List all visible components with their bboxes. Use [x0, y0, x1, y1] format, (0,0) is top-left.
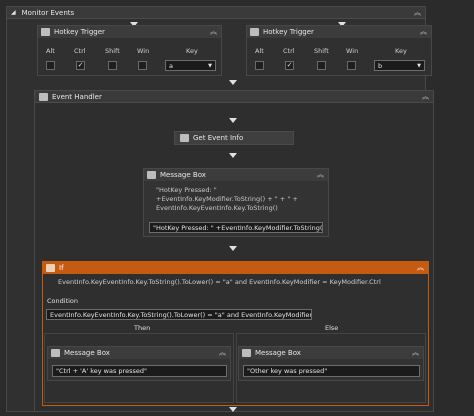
- flow-arrow-icon: [229, 153, 237, 158]
- key-label: Key: [186, 47, 198, 55]
- preview-line: "HotKey Pressed: ": [156, 186, 217, 194]
- preview-line: EventInfo.KeyEventInfo.Key.ToString(): [156, 204, 278, 212]
- collapse-arrow-icon[interactable]: ◢: [11, 9, 16, 16]
- message-box-title: Message Box: [255, 349, 301, 357]
- message-box-then: Message Box ︽ "Ctrl + 'A' key was presse…: [47, 346, 231, 381]
- else-label: Else: [325, 324, 339, 332]
- message-box-main-header[interactable]: Message Box ︽: [144, 169, 328, 181]
- hotkey-trigger-title: Hotkey Trigger: [54, 28, 105, 36]
- collapse-chevron-icon[interactable]: ︽: [317, 171, 324, 179]
- ctrl-label: Ctrl: [283, 47, 295, 55]
- message-input[interactable]: "HotKey Pressed: " +EventInfo.KeyModifie…: [149, 222, 323, 233]
- win-checkbox[interactable]: [138, 61, 147, 70]
- message-box-main: Message Box ︽ "HotKey Pressed: " +EventI…: [143, 168, 329, 237]
- message-box-icon: [242, 349, 251, 357]
- hotkey-trigger-title: Hotkey Trigger: [263, 28, 314, 36]
- ctrl-checkbox[interactable]: ✓: [285, 61, 294, 70]
- flow-arrow-icon: [229, 118, 237, 123]
- key-dropdown[interactable]: b ▼: [374, 60, 425, 71]
- flow-arrow-icon: [229, 246, 237, 251]
- key-label: Key: [395, 47, 407, 55]
- alt-label: Alt: [255, 47, 264, 55]
- message-preview: "HotKey Pressed: " +EventInfo.KeyModifie…: [156, 186, 298, 213]
- flow-arrow-icon: [229, 407, 237, 412]
- key-value: b: [378, 61, 383, 70]
- collapse-chevron-icon[interactable]: ︽: [219, 349, 226, 357]
- shift-label: Shift: [314, 47, 329, 55]
- message-box-icon: [147, 171, 156, 179]
- keyboard-icon: [41, 28, 50, 36]
- message-box-title: Message Box: [160, 171, 206, 179]
- get-event-info-activity[interactable]: Get Event Info: [174, 131, 294, 145]
- condition-input[interactable]: EventInfo.KeyEventInfo.Key.ToString().To…: [46, 309, 312, 320]
- dropdown-arrow-icon: ▼: [208, 62, 212, 69]
- hotkey-trigger-right-header[interactable]: Hotkey Trigger ︽: [247, 26, 431, 38]
- message-box-then-header[interactable]: Message Box ︽: [48, 347, 230, 359]
- condition-label: Condition: [47, 297, 79, 305]
- ctrl-checkbox[interactable]: ✓: [76, 61, 85, 70]
- win-label: Win: [346, 47, 359, 55]
- alt-label: Alt: [46, 47, 55, 55]
- monitor-events-header[interactable]: ◢ Monitor Events ︽: [6, 6, 426, 19]
- hotkey-trigger-left: Hotkey Trigger ︽ Alt Ctrl Shift Win Key …: [37, 25, 222, 76]
- message-box-title: Message Box: [64, 349, 110, 357]
- keyboard-icon: [250, 28, 259, 36]
- if-header[interactable]: If ︽: [42, 261, 429, 274]
- win-checkbox[interactable]: [347, 61, 356, 70]
- message-box-else-header[interactable]: Message Box ︽: [239, 347, 423, 359]
- get-event-info-label: Get Event Info: [193, 134, 244, 142]
- hotkey-trigger-left-header[interactable]: Hotkey Trigger ︽: [38, 26, 221, 38]
- monitor-events-title: Monitor Events: [21, 8, 75, 17]
- message-box-else: Message Box ︽ "Other key was pressed": [238, 346, 424, 381]
- alt-checkbox[interactable]: [46, 61, 55, 70]
- shift-label: Shift: [105, 47, 120, 55]
- shift-checkbox[interactable]: [317, 61, 326, 70]
- collapse-chevron-icon[interactable]: ︽: [412, 349, 419, 357]
- message-box-icon: [51, 349, 60, 357]
- message-input[interactable]: "Other key was pressed": [243, 365, 420, 377]
- event-handler-header[interactable]: Event Handler ︽: [34, 90, 434, 103]
- preview-line: +EventInfo.KeyModifier.ToString() + " + …: [156, 195, 298, 203]
- hotkey-trigger-right: Hotkey Trigger ︽ Alt Ctrl Shift Win Key …: [246, 25, 432, 76]
- key-dropdown[interactable]: a ▼: [165, 60, 216, 71]
- if-title: If: [59, 263, 64, 272]
- then-label: Then: [134, 324, 151, 332]
- collapse-chevron-icon[interactable]: ︽: [420, 28, 427, 36]
- flow-arrow-icon: [229, 80, 237, 85]
- if-icon: [46, 263, 55, 272]
- collapse-chevron-icon[interactable]: ︽: [422, 93, 429, 100]
- shift-checkbox[interactable]: [108, 61, 117, 70]
- collapse-chevron-icon[interactable]: ︽: [414, 9, 421, 16]
- key-value: a: [169, 61, 173, 70]
- event-handler-title: Event Handler: [52, 92, 102, 101]
- dropdown-arrow-icon: ▼: [417, 62, 421, 69]
- message-input[interactable]: "Ctrl + 'A' key was pressed": [52, 365, 227, 377]
- collapse-chevron-icon[interactable]: ︽: [417, 264, 424, 271]
- if-summary: EventInfo.KeyEventInfo.Key.ToString().To…: [58, 278, 381, 286]
- info-icon: [180, 134, 189, 142]
- alt-checkbox[interactable]: [255, 61, 264, 70]
- collapse-chevron-icon[interactable]: ︽: [210, 28, 217, 36]
- win-label: Win: [137, 47, 150, 55]
- event-handler-icon: [39, 92, 48, 101]
- ctrl-label: Ctrl: [74, 47, 86, 55]
